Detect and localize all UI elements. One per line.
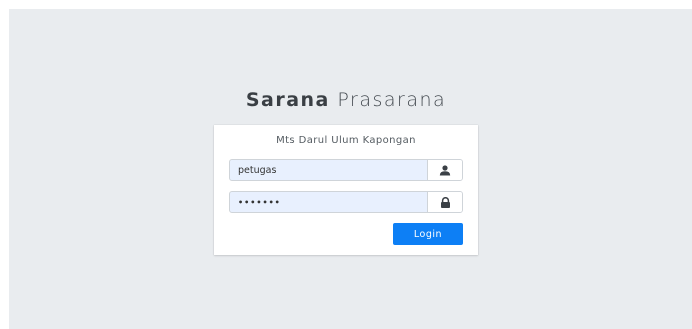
lock-icon (427, 192, 462, 212)
password-input[interactable] (230, 192, 427, 212)
login-subtitle: Mts Darul Ulum Kapongan (276, 135, 416, 146)
app-title: Sarana Prasarana (0, 89, 692, 111)
username-input[interactable] (230, 160, 427, 180)
app-title-light: Prasarana (337, 89, 447, 111)
login-button[interactable]: Login (393, 223, 463, 245)
login-card: Mts Darul Ulum Kapongan Login (214, 125, 478, 255)
username-input-group (229, 159, 463, 181)
user-icon (427, 160, 462, 180)
app-title-bold: Sarana (245, 89, 330, 111)
password-input-group (229, 191, 463, 213)
